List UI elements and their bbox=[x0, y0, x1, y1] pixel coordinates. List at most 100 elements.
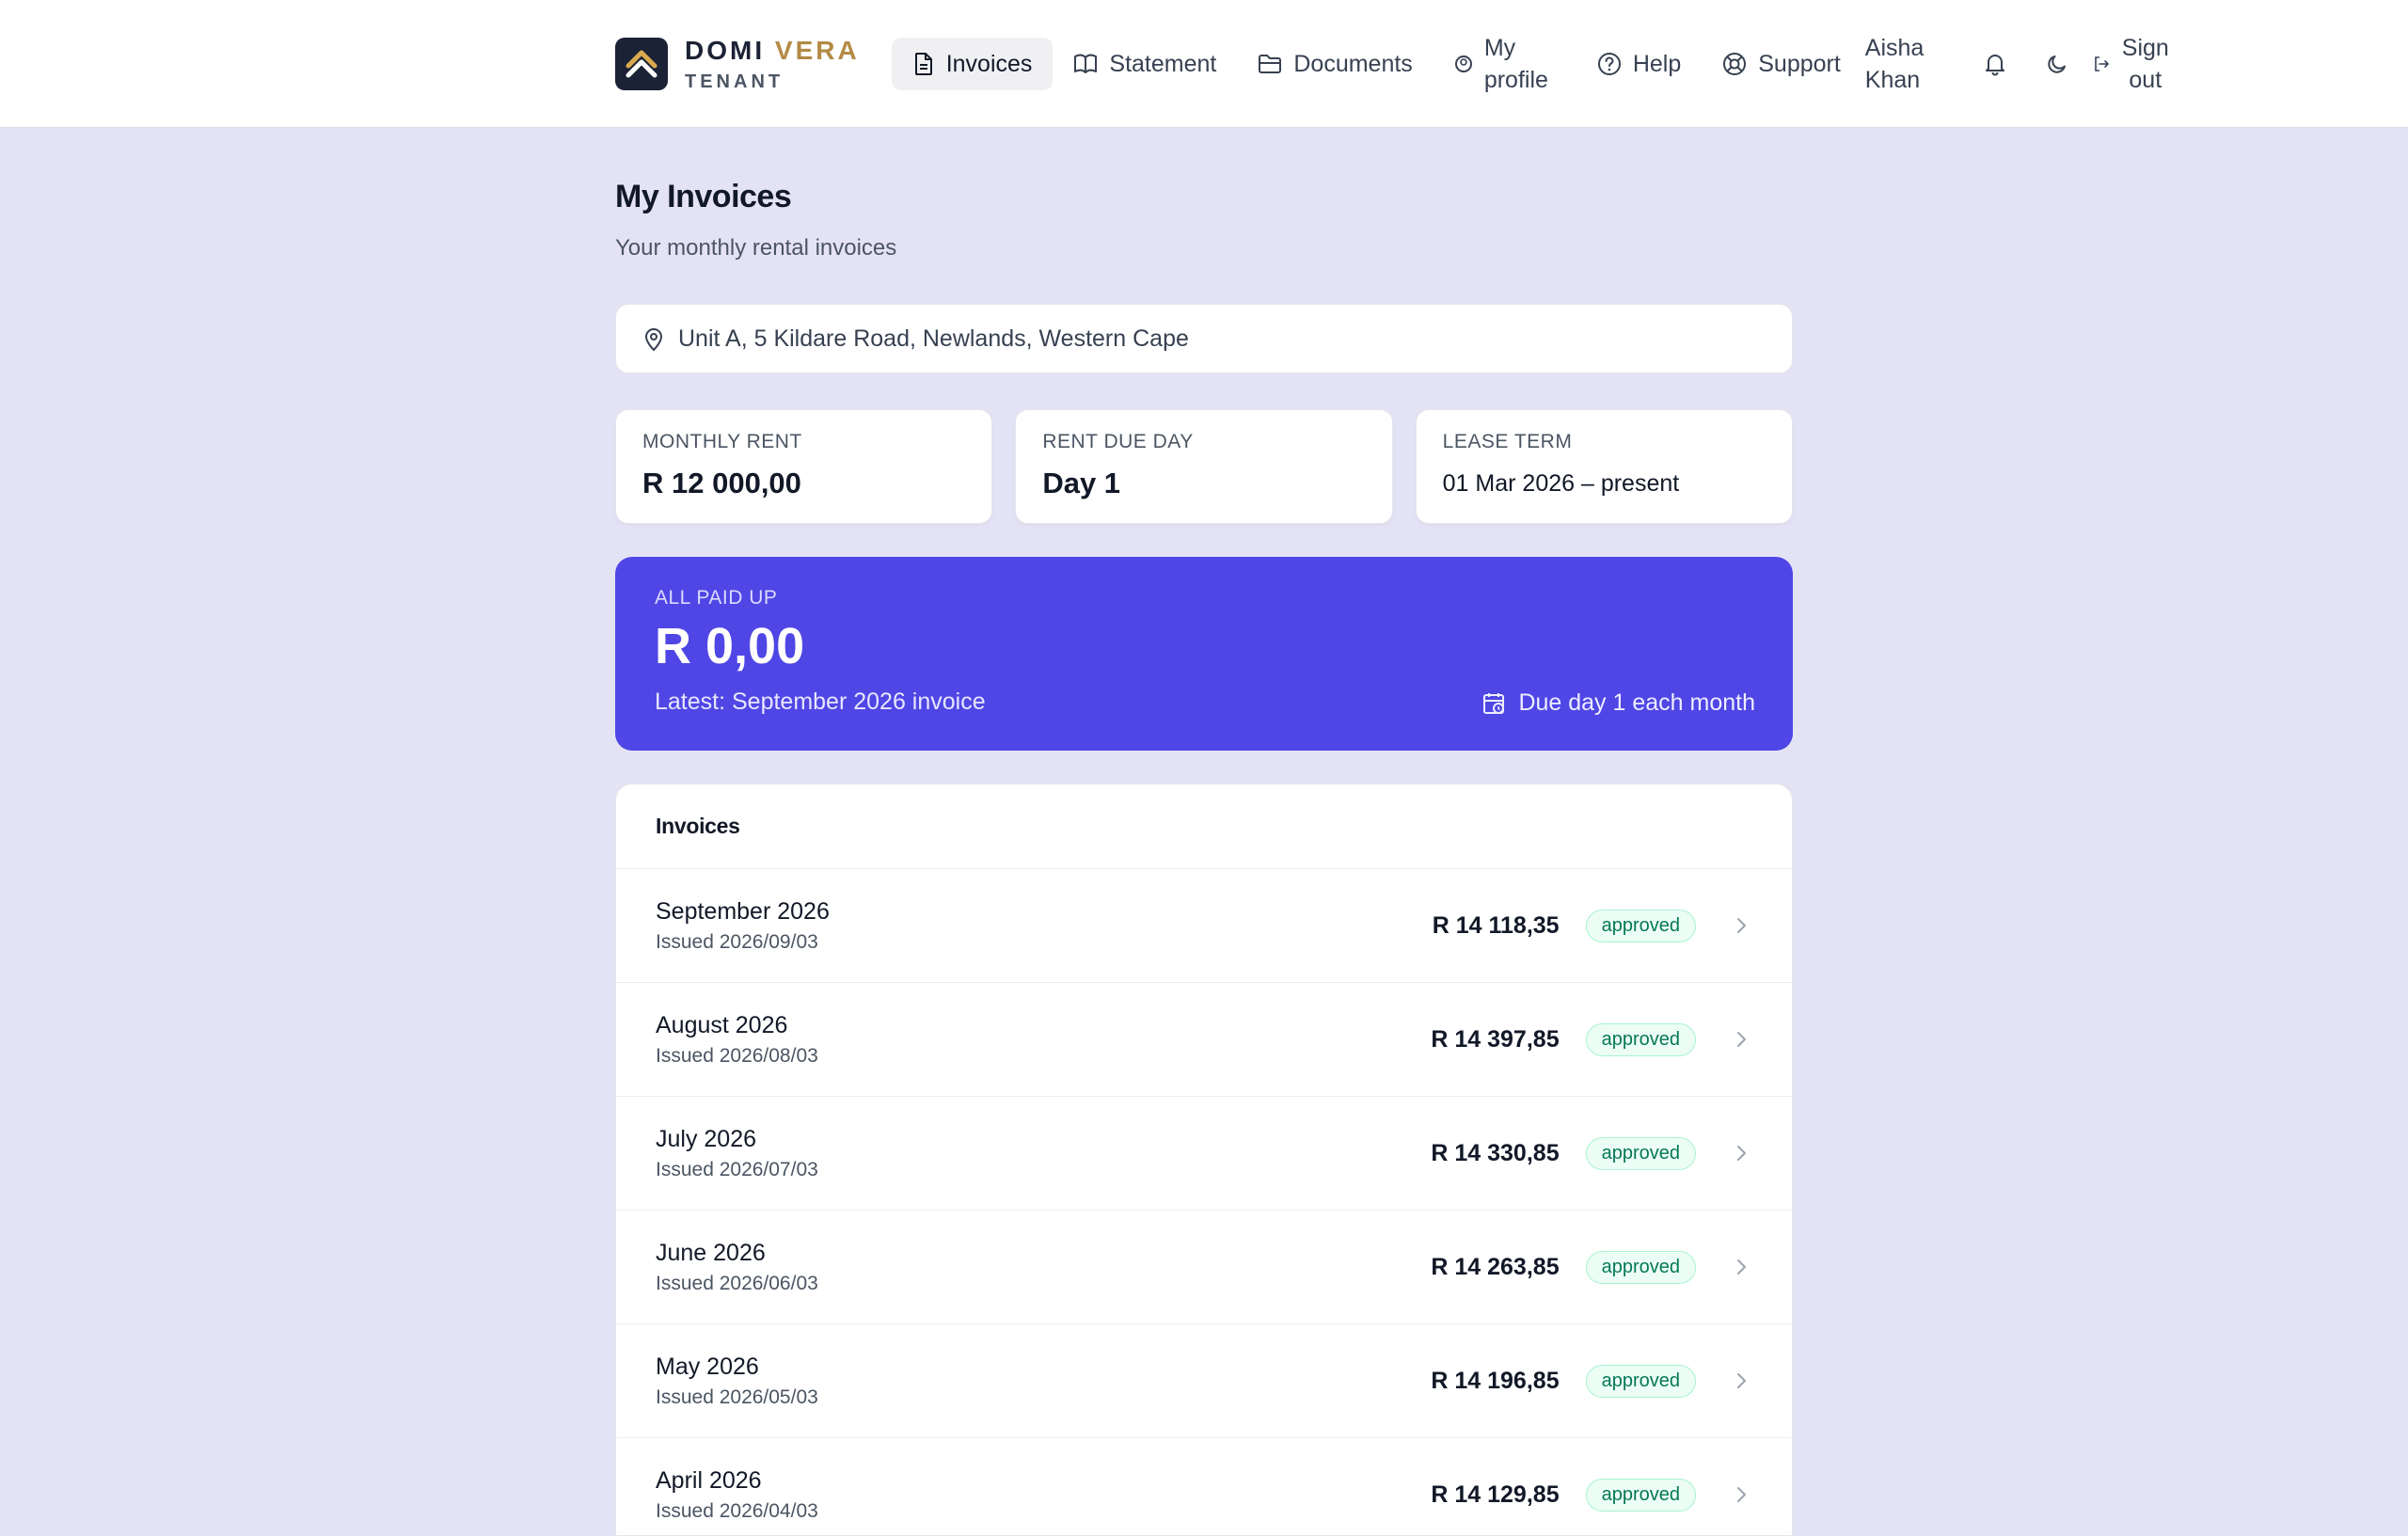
invoice-amount: R 14 263,85 bbox=[1431, 1253, 1560, 1280]
sign-out-line2: out bbox=[2129, 67, 2162, 93]
due-day-text: Due day 1 each month bbox=[1518, 689, 1755, 716]
moon-icon bbox=[2048, 55, 2066, 73]
balance-banner: ALL PAID UP R 0,00 Latest: September 202… bbox=[615, 557, 1793, 751]
monthly-rent-value: R 12 000,00 bbox=[642, 467, 801, 499]
user-last-name: Khan bbox=[1864, 67, 1921, 93]
invoice-amount: R 14 118,35 bbox=[1432, 911, 1560, 939]
invoice-status-badge: approved bbox=[1585, 1022, 1696, 1056]
property-address: Unit A, 5 Kildare Road, Newlands, Wester… bbox=[678, 325, 1189, 352]
nav-documents[interactable]: Documents bbox=[1237, 38, 1433, 90]
nav-documents-label: Documents bbox=[1293, 50, 1413, 77]
nav-my-profile-label: My profile bbox=[1484, 32, 1556, 96]
rent-due-day-label: RENT DUE DAY bbox=[1042, 431, 1194, 452]
invoice-issued-date: Issued 2026/05/03 bbox=[656, 1386, 818, 1408]
invoice-row[interactable]: June 2026 Issued 2026/06/03 R 14 263,85 … bbox=[616, 1211, 1792, 1324]
invoice-row-info: June 2026 Issued 2026/06/03 bbox=[656, 1240, 1431, 1295]
invoice-row[interactable]: August 2026 Issued 2026/08/03 R 14 397,8… bbox=[616, 983, 1792, 1097]
invoice-amount: R 14 129,85 bbox=[1431, 1481, 1560, 1508]
invoice-status-badge: approved bbox=[1585, 1478, 1696, 1512]
invoice-issued-date: Issued 2026/08/03 bbox=[656, 1044, 818, 1067]
sign-out-line1: Sign bbox=[2121, 35, 2169, 61]
brand-name: DOMI VERA bbox=[685, 36, 860, 66]
page-title: My Invoices bbox=[615, 179, 792, 214]
user-first-name: Aisha bbox=[1864, 35, 1925, 61]
monthly-rent-label: MONTHLY RENT bbox=[642, 431, 802, 452]
invoice-row-info: August 2026 Issued 2026/08/03 bbox=[656, 1012, 1431, 1068]
top-navigation-bar: DOMI VERA TENANT Invoices Statement Docu… bbox=[0, 0, 2408, 128]
invoice-month: April 2026 bbox=[656, 1466, 762, 1494]
log-out-icon bbox=[2094, 56, 2109, 71]
rent-due-day-value: Day 1 bbox=[1042, 467, 1121, 499]
invoice-row[interactable]: July 2026 Issued 2026/07/03 R 14 330,85 … bbox=[616, 1097, 1792, 1211]
invoice-row[interactable]: April 2026 Issued 2026/04/03 R 14 129,85… bbox=[616, 1438, 1792, 1535]
nav-profile-line2: profile bbox=[1483, 67, 1548, 93]
chevron-right-icon bbox=[1730, 1030, 1752, 1049]
notifications-button[interactable] bbox=[1969, 38, 2021, 90]
life-buoy-icon bbox=[1723, 53, 1747, 75]
invoice-issued-date: Issued 2026/07/03 bbox=[656, 1158, 818, 1180]
chevron-right-icon bbox=[1730, 1258, 1752, 1276]
monthly-rent-card: MONTHLY RENT R 12 000,00 bbox=[615, 409, 993, 524]
invoice-row-info: September 2026 Issued 2026/09/03 bbox=[656, 898, 1433, 954]
invoice-issued-date: Issued 2026/06/03 bbox=[656, 1272, 818, 1294]
map-pin-icon bbox=[644, 328, 663, 352]
invoice-amount: R 14 196,85 bbox=[1431, 1367, 1560, 1394]
nav-support-label: Support bbox=[1758, 50, 1841, 77]
brand-text: DOMI VERA TENANT bbox=[685, 36, 860, 93]
chevron-right-icon bbox=[1730, 1485, 1752, 1504]
invoice-month: July 2026 bbox=[656, 1125, 757, 1152]
balance-status-label: ALL PAID UP bbox=[655, 587, 778, 609]
folder-icon bbox=[1259, 55, 1282, 73]
lease-term-value: 01 Mar 2026 – present bbox=[1442, 470, 1680, 497]
nav-statement-label: Statement bbox=[1109, 50, 1217, 77]
invoice-status-badge: approved bbox=[1585, 1250, 1696, 1284]
nav-profile-line1: My bbox=[1483, 35, 1516, 61]
page-subtitle: Your monthly rental invoices bbox=[615, 235, 897, 261]
nav-support[interactable]: Support bbox=[1702, 38, 1861, 90]
brand-logo-link[interactable]: DOMI VERA TENANT bbox=[615, 36, 860, 93]
help-circle-icon bbox=[1597, 53, 1621, 75]
brand-name-part2: VERA bbox=[774, 35, 860, 65]
nav-help[interactable]: Help bbox=[1576, 38, 1702, 90]
nav-invoices[interactable]: Invoices bbox=[891, 38, 1054, 90]
calendar-clock-icon bbox=[1483, 692, 1505, 714]
invoice-month: August 2026 bbox=[656, 1011, 788, 1038]
house-logo-icon bbox=[615, 38, 668, 90]
invoice-rows: September 2026 Issued 2026/09/03 R 14 11… bbox=[616, 869, 1792, 1535]
invoice-month: June 2026 bbox=[656, 1239, 766, 1266]
invoice-status-badge: approved bbox=[1585, 909, 1696, 942]
nav-statement[interactable]: Statement bbox=[1053, 38, 1237, 90]
invoice-row-info: April 2026 Issued 2026/04/03 bbox=[656, 1467, 1431, 1523]
user-name: Aisha Khan bbox=[1861, 32, 1942, 96]
top-navigation-inner: DOMI VERA TENANT Invoices Statement Docu… bbox=[615, 0, 2195, 128]
nav-my-profile[interactable]: My profile bbox=[1434, 35, 1576, 93]
theme-toggle-button[interactable] bbox=[2031, 38, 2083, 90]
due-day-info: Due day 1 each month bbox=[1482, 689, 1755, 717]
invoice-row[interactable]: May 2026 Issued 2026/05/03 R 14 196,85 a… bbox=[616, 1324, 1792, 1438]
invoices-list-header: Invoices bbox=[616, 784, 1792, 869]
user-circle-icon bbox=[1454, 55, 1472, 72]
invoice-row-info: May 2026 Issued 2026/05/03 bbox=[656, 1354, 1431, 1409]
invoice-amount: R 14 330,85 bbox=[1431, 1139, 1560, 1166]
chevron-right-icon bbox=[1730, 916, 1752, 935]
invoices-list-card: Invoices September 2026 Issued 2026/09/0… bbox=[615, 784, 1793, 1536]
balance-amount: R 0,00 bbox=[655, 618, 805, 674]
invoice-status-badge: approved bbox=[1585, 1136, 1696, 1170]
nav-invoices-label: Invoices bbox=[945, 50, 1033, 77]
invoice-month: September 2026 bbox=[656, 897, 830, 925]
invoice-issued-date: Issued 2026/04/03 bbox=[656, 1499, 818, 1522]
brand-name-part1: DOMI bbox=[685, 35, 766, 65]
rent-due-day-card: RENT DUE DAY Day 1 bbox=[1015, 409, 1393, 524]
book-icon bbox=[1074, 54, 1098, 73]
bell-icon bbox=[1985, 55, 2004, 76]
lease-summary: MONTHLY RENT R 12 000,00 RENT DUE DAY Da… bbox=[615, 409, 1793, 524]
sign-out-button[interactable]: Sign out bbox=[2093, 32, 2174, 96]
chevron-right-icon bbox=[1730, 1371, 1752, 1390]
invoice-row[interactable]: September 2026 Issued 2026/09/03 R 14 11… bbox=[616, 869, 1792, 983]
invoice-row-info: July 2026 Issued 2026/07/03 bbox=[656, 1126, 1431, 1181]
lease-term-card: LEASE TERM 01 Mar 2026 – present bbox=[1415, 409, 1793, 524]
main-nav: Invoices Statement Documents My profile H… bbox=[891, 0, 1861, 128]
lease-term-label: LEASE TERM bbox=[1442, 431, 1573, 452]
brand-subtitle: TENANT bbox=[685, 71, 784, 92]
invoice-month: May 2026 bbox=[656, 1353, 759, 1380]
